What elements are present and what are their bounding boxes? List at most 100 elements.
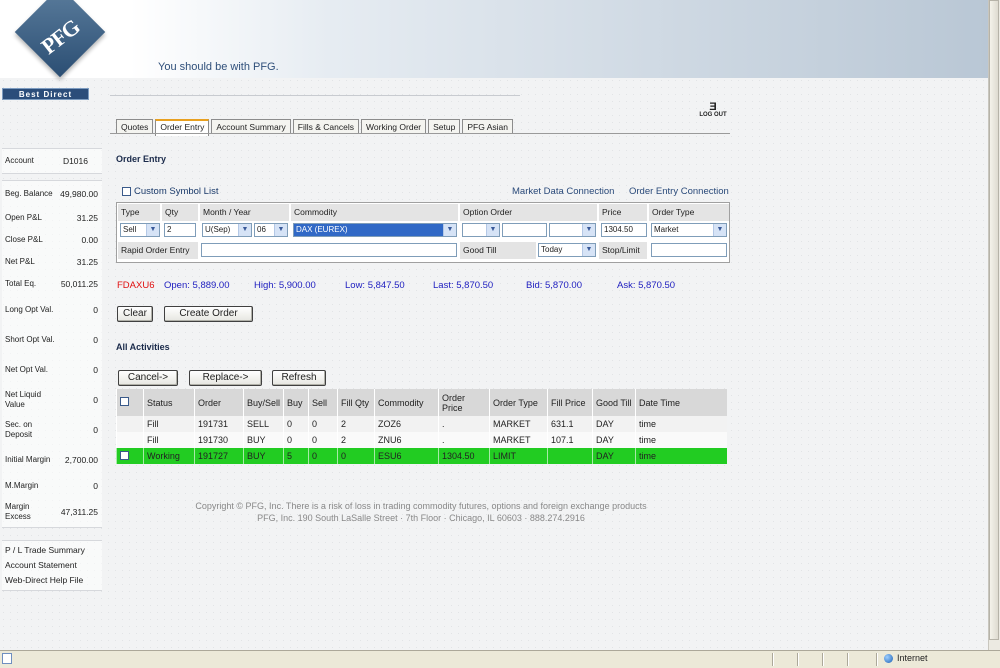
cell-fill-qty: 0 (337, 448, 375, 464)
tab-account-summary[interactable]: Account Summary (211, 119, 291, 134)
logout-icon: Ǝ (709, 101, 717, 113)
select-all-column[interactable] (116, 389, 144, 416)
type-value: Sell (123, 225, 137, 234)
table-row[interactable]: Fill 191731 SELL 0 0 2 ZOZ6. MARKET 631.1 DAY time (116, 416, 727, 432)
tab-fills-cancels[interactable]: Fills & Cancels (292, 119, 360, 134)
column-header: Date Time (635, 389, 727, 416)
commodity-value: DAX (EUREX) (296, 225, 348, 234)
column-header: Status (143, 389, 195, 416)
sidebar-row-value: 31.25 (76, 213, 98, 223)
option-type-select[interactable]: ▼ (462, 223, 500, 237)
cell-order-price: . (438, 416, 490, 432)
cell-sell: 0 (308, 416, 338, 432)
account-row: Account D1016 (2, 149, 102, 173)
cell-date-time: time (635, 416, 727, 432)
quote-high: High: 5,900.00 (254, 280, 316, 291)
logout-button[interactable]: Ǝ LOG OUT (698, 101, 728, 119)
row-select-cell[interactable] (116, 448, 144, 464)
row-select-cell[interactable] (116, 432, 144, 448)
type-header: Type (118, 204, 160, 221)
sidebar-links: P / L Trade Summary Account Statement We… (2, 540, 102, 591)
option-strike-input[interactable] (502, 223, 547, 237)
tab-pfg-asian[interactable]: PFG Asian (462, 119, 513, 134)
balances-block: Beg. Balance 49,980.00 Open P&L 31.25 Close … (2, 180, 102, 528)
tab-quotes[interactable]: Quotes (116, 119, 154, 134)
clear-button[interactable]: Clear (117, 306, 153, 322)
custom-symbol-checkbox[interactable] (122, 187, 131, 196)
tab-working-order[interactable]: Working Order (361, 119, 427, 134)
cell-buy: 0 (283, 432, 309, 448)
cell-sell: 0 (308, 432, 338, 448)
good-till-select[interactable]: Today ▼ (538, 243, 596, 257)
cell-status: Working (143, 448, 195, 464)
divider (110, 95, 520, 96)
quote-last: Last: 5,870.50 (433, 280, 494, 291)
option-month-select[interactable]: ▼ (549, 223, 596, 237)
cell-order: 191731 (194, 416, 244, 432)
refresh-button[interactable]: Refresh (272, 370, 326, 386)
type-select[interactable]: Sell ▼ (120, 223, 160, 237)
order-type-header: Order Type (649, 204, 729, 221)
sidebar-row-value: 0.00 (81, 235, 98, 245)
chevron-down-icon: ▼ (238, 224, 251, 236)
sidebar-row-label: Net P&L (5, 257, 35, 266)
link-pl-trade-summary[interactable]: P / L Trade Summary (2, 543, 102, 558)
column-header: Good Till (592, 389, 636, 416)
sidebar-row-value: 31.25 (76, 257, 98, 267)
sidebar-row-label: Open P&L (5, 213, 42, 222)
column-header: Fill Qty (337, 389, 375, 416)
column-header: Buy/Sell (242, 389, 284, 416)
year-select[interactable]: 06 ▼ (254, 223, 288, 237)
tab-setup[interactable]: Setup (428, 119, 461, 134)
activities-table: Status Order Buy/Sell Buy Sell Fill Qty … (116, 389, 727, 464)
qty-input[interactable]: 2 (164, 223, 196, 237)
sidebar-row: Initial Margin 2,700.00 (2, 445, 102, 475)
cell-buy-sell: BUY (242, 448, 284, 464)
link-account-statement[interactable]: Account Statement (2, 558, 102, 573)
cell-order: 191727 (194, 448, 244, 464)
chevron-down-icon: ▼ (146, 224, 159, 236)
row-checkbox[interactable] (120, 450, 129, 460)
commodity-header: Commodity (291, 204, 458, 221)
price-input[interactable]: 1304.50 (601, 223, 647, 237)
sidebar-row-label: Short Opt Val. (5, 335, 55, 344)
link-help-file[interactable]: Web-Direct Help File (2, 573, 102, 588)
replace-button[interactable]: Replace-> (189, 370, 262, 386)
stop-limit-input[interactable] (651, 243, 727, 257)
tagline: You should be with PFG. (158, 61, 279, 73)
year-value: 06 (257, 225, 266, 234)
footer-address: PFG, Inc. 190 South LaSalle Street · 7th… (257, 513, 585, 523)
divider (876, 653, 878, 666)
divider (822, 653, 824, 666)
cell-date-time: time (635, 448, 727, 464)
cancel-button[interactable]: Cancel-> (118, 370, 178, 386)
scrollbar-thumb[interactable] (989, 0, 999, 640)
cell-sell: 0 (308, 448, 338, 464)
custom-symbol-list[interactable]: Custom Symbol List (122, 186, 218, 197)
chevron-down-icon: ▼ (486, 224, 499, 236)
cell-commodity: ZOZ6 (374, 416, 439, 432)
sidebar-row-value: 47,311.25 (60, 507, 98, 517)
cell-fill-qty: 2 (337, 432, 375, 448)
sidebar-row-label: Net Liquid Value (5, 390, 42, 409)
select-all-checkbox[interactable] (120, 397, 129, 406)
order-type-select[interactable]: Market ▼ (651, 223, 727, 237)
sidebar-row-value: 0 (93, 305, 98, 315)
sidebar-row-value: 0 (93, 425, 98, 435)
column-header: Buy (283, 389, 309, 416)
account-block: Account D1016 (2, 148, 102, 174)
commodity-select[interactable]: DAX (EUREX) ▼ (293, 223, 457, 237)
cell-status: Fill (143, 416, 195, 432)
month-select[interactable]: U(Sep) ▼ (202, 223, 252, 237)
rapid-order-entry-input[interactable] (201, 243, 457, 257)
create-order-button[interactable]: Create Order (164, 306, 253, 322)
sidebar-row: Long Opt Val. 0 (2, 295, 102, 325)
quote-symbol: FDAXU6 (117, 280, 155, 291)
stop-limit-label: Stop/Limit (599, 242, 647, 259)
table-row[interactable]: Fill 191730 BUY 0 0 2 ZNU6. MARKET 107.1 DAY time (116, 432, 727, 448)
row-select-cell[interactable] (116, 416, 144, 432)
cell-fill-price: 631.1 (547, 416, 593, 432)
globe-icon (884, 654, 893, 664)
sidebar-row-label: Beg. Balance (5, 189, 53, 198)
table-row[interactable]: Working 191727 BUY 5 0 0 ESU6 1304.50 LIMIT DAY ti… (116, 448, 727, 464)
